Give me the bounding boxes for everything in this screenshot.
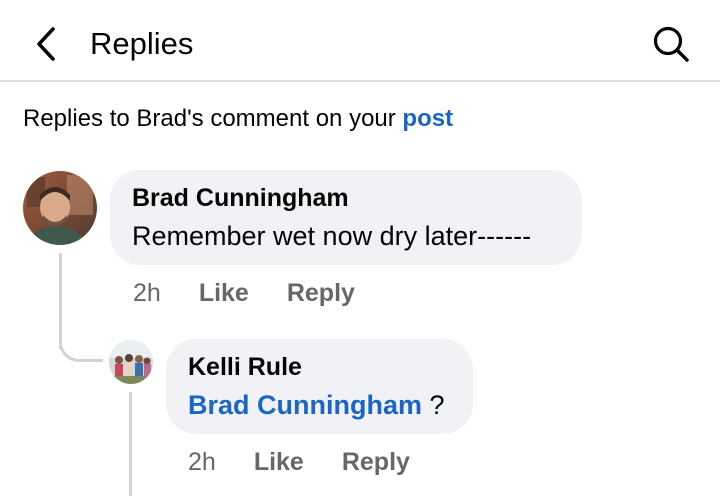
comment-bubble[interactable]: Brad Cunningham Remember wet now dry lat…	[110, 170, 582, 265]
back-button[interactable]	[26, 22, 66, 66]
profile-photo	[109, 340, 153, 384]
avatar[interactable]	[109, 340, 153, 384]
search-button[interactable]	[648, 22, 694, 66]
avatar[interactable]	[23, 171, 97, 245]
reply-button[interactable]: Reply	[287, 277, 355, 309]
search-icon	[653, 26, 689, 62]
comment-author[interactable]: Brad Cunningham	[132, 182, 560, 214]
context-prefix: Replies to Brad's comment on your	[23, 105, 403, 132]
comment-text: Brad Cunningham ?	[188, 387, 451, 423]
replies-screen: Replies Replies to Brad's comment on you…	[0, 0, 720, 496]
top-bar: Replies	[0, 0, 720, 82]
comment-timestamp[interactable]: 2h	[133, 277, 161, 309]
reply-button[interactable]: Reply	[342, 446, 410, 478]
replies-context-text: Replies to Brad's comment on your post	[23, 103, 453, 135]
like-button[interactable]: Like	[199, 277, 249, 309]
thread-connector	[59, 330, 103, 362]
comment-author[interactable]: Kelli Rule	[188, 351, 451, 383]
mention-link[interactable]: Brad Cunningham	[188, 390, 422, 420]
comment-text: Remember wet now dry later------	[132, 221, 532, 251]
page-title: Replies	[90, 26, 194, 61]
post-link[interactable]: post	[402, 105, 453, 132]
comment-timestamp[interactable]: 2h	[188, 446, 216, 478]
comment-text-suffix: ?	[422, 390, 445, 420]
reply-bubble[interactable]: Kelli Rule Brad Cunningham ?	[166, 339, 473, 434]
thread-line	[129, 392, 132, 496]
chevron-left-icon	[37, 27, 55, 61]
comment-actions: 2h Like Reply	[188, 446, 448, 478]
comment-actions: 2h Like Reply	[133, 277, 393, 309]
like-button[interactable]: Like	[254, 446, 304, 478]
profile-photo	[23, 171, 97, 245]
